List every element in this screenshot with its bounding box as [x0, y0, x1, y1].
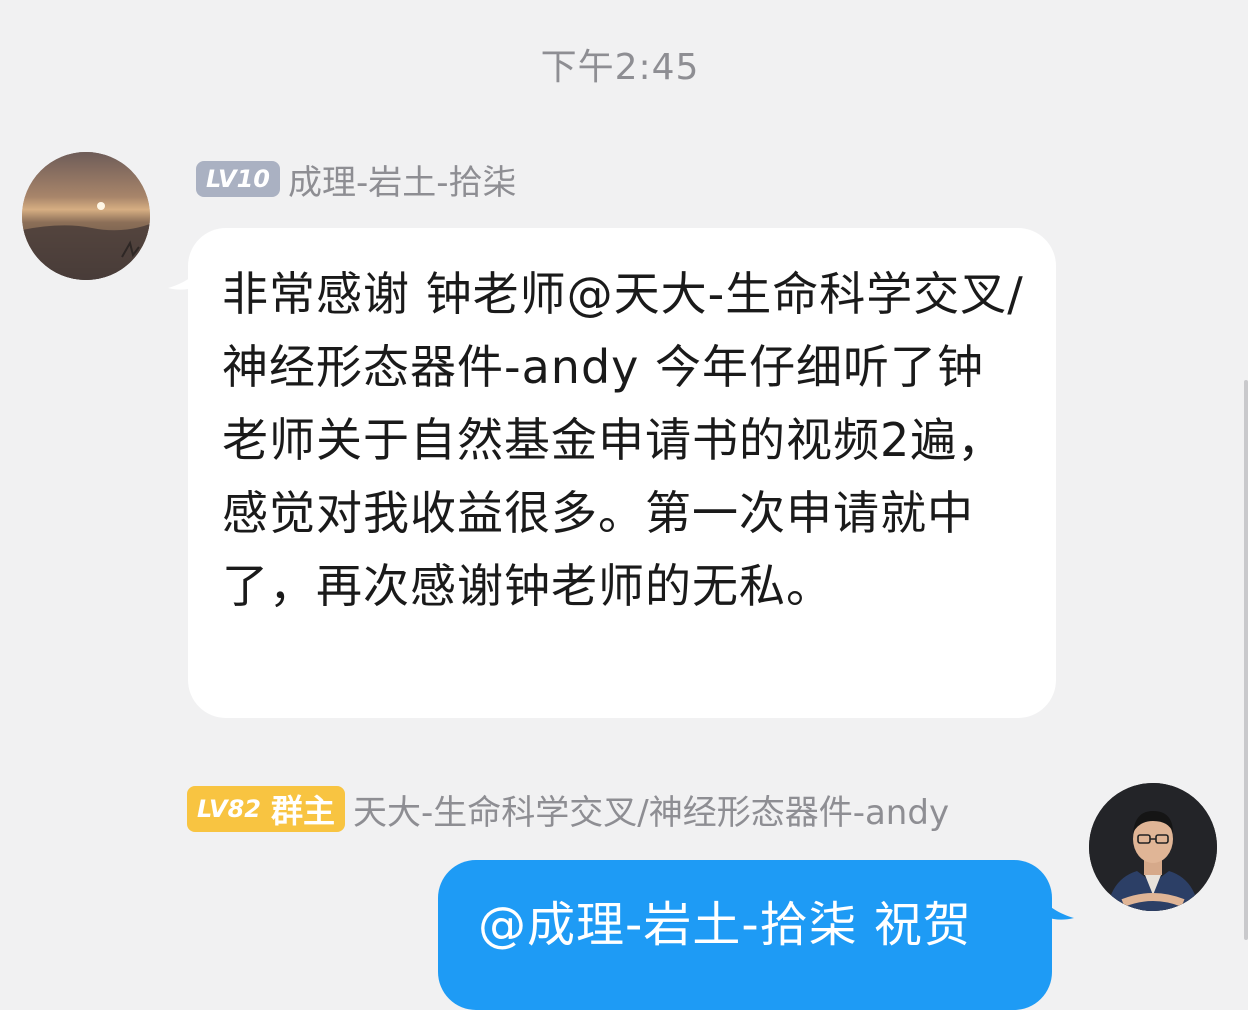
incoming-message-text: 非常感谢 钟老师@天大-生命科学交叉/神经形态器件-andy 今年仔细听了钟老师… [222, 267, 1024, 613]
incoming-message-bubble[interactable]: 非常感谢 钟老师@天大-生命科学交叉/神经形态器件-andy 今年仔细听了钟老师… [188, 228, 1056, 718]
person-avatar-icon [1089, 783, 1217, 911]
owner-role: 群主 [270, 792, 335, 830]
sunset-avatar-icon [22, 152, 150, 280]
sender-avatar[interactable] [22, 152, 150, 280]
incoming-sender-name[interactable]: 成理-岩土-拾柒 [288, 155, 517, 204]
message-timestamp: 下午2:45 [540, 47, 700, 88]
owner-avatar[interactable] [1089, 783, 1217, 911]
owner-level: LV82 [197, 795, 261, 823]
scrollbar[interactable] [1244, 380, 1248, 940]
outgoing-sender-name[interactable]: 天大-生命科学交叉/神经形态器件-andy [353, 785, 949, 834]
owner-badge: LV82 群主 [187, 786, 345, 832]
outgoing-message-text: @成理-岩土-拾柒 祝贺 [478, 897, 972, 953]
outgoing-message-bubble[interactable]: @成理-岩土-拾柒 祝贺 [438, 860, 1052, 1010]
incoming-sender-row: LV10 成理-岩土-拾柒 [196, 155, 517, 204]
level-badge: LV10 [196, 161, 280, 197]
outgoing-sender-row: LV82 群主 天大-生命科学交叉/神经形态器件-andy [187, 785, 949, 834]
